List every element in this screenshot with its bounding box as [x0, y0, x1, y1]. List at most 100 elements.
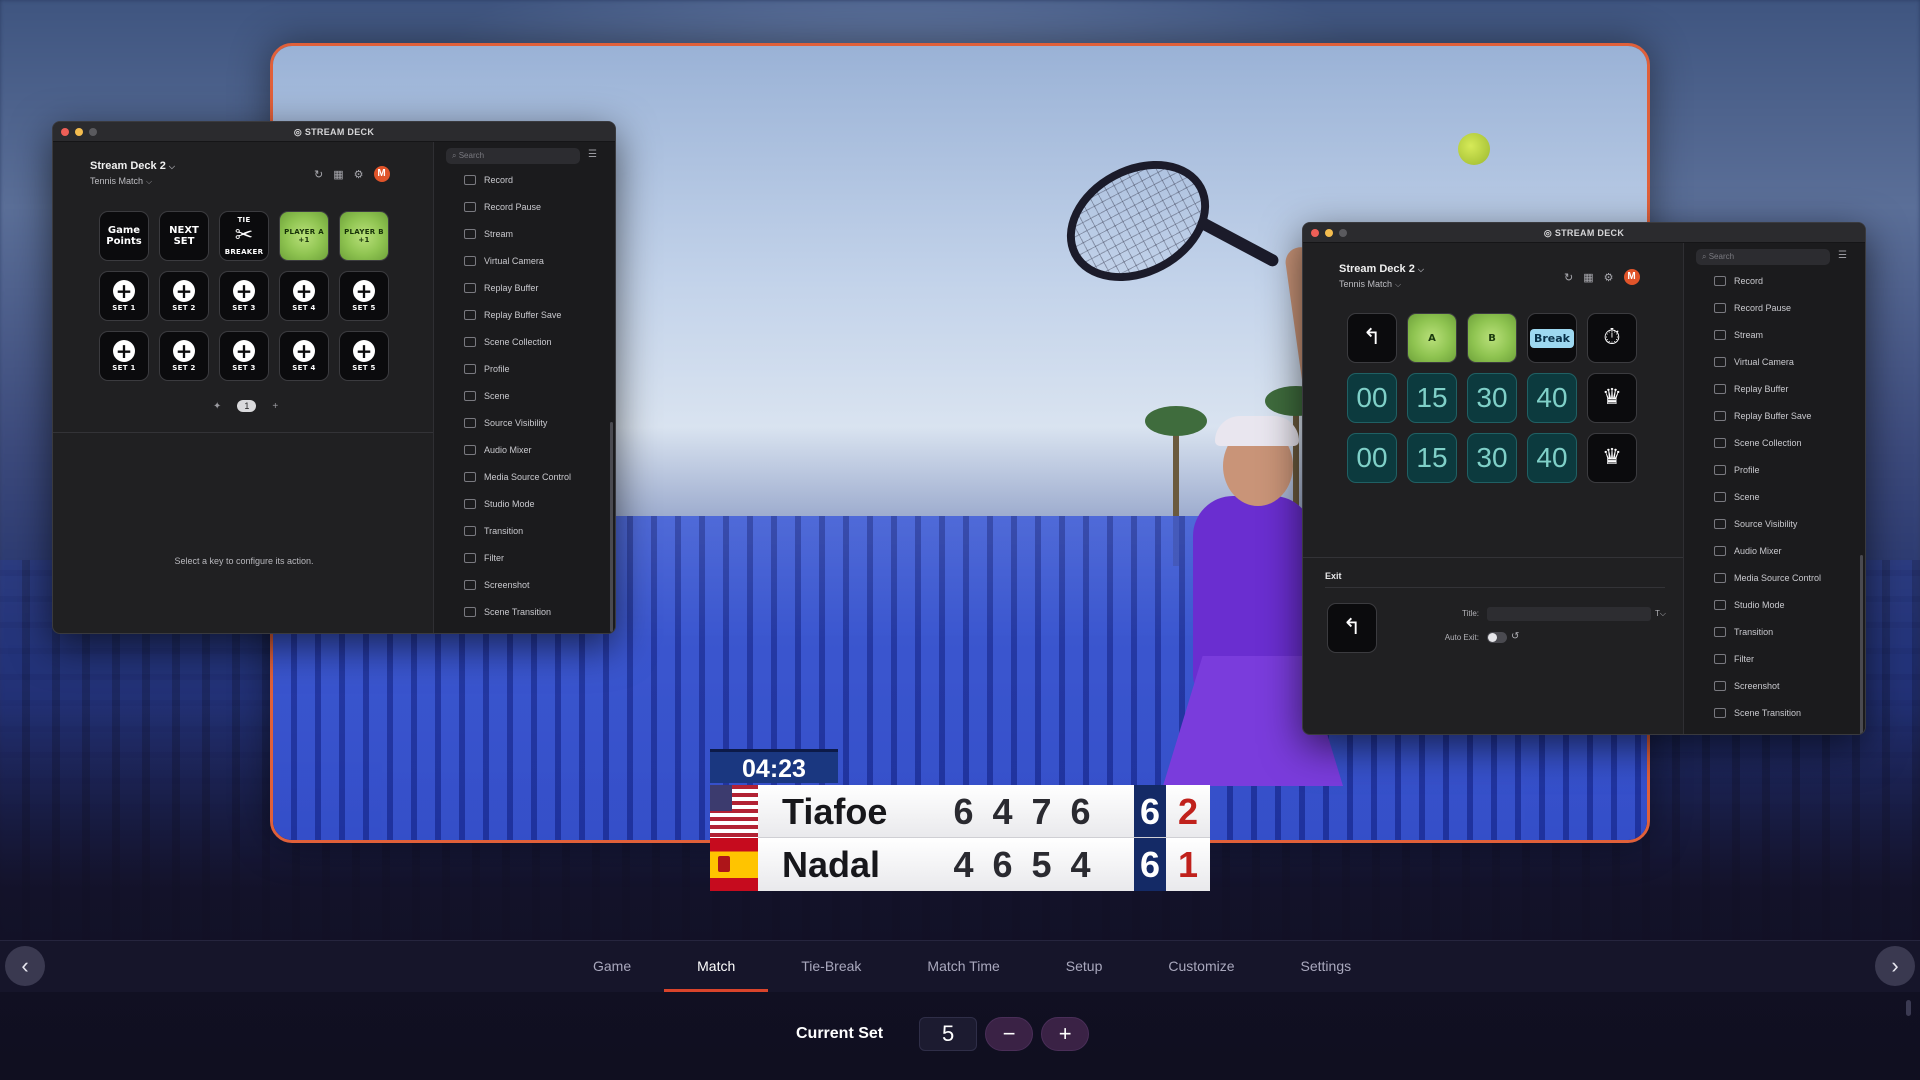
key-add-set-5-b[interactable]: + SET 5: [339, 331, 389, 381]
action-item[interactable]: Record Pause: [1714, 294, 1821, 321]
search-input[interactable]: ⌕ Search: [446, 148, 580, 164]
key-add-set-2[interactable]: + SET 2: [159, 271, 209, 321]
action-item[interactable]: Media Source Control: [1714, 564, 1821, 591]
action-item[interactable]: Replay Buffer: [1714, 375, 1821, 402]
key-score-b-00[interactable]: 00: [1347, 433, 1397, 483]
action-item[interactable]: Profile: [464, 355, 571, 382]
title-input[interactable]: [1487, 607, 1651, 621]
action-item[interactable]: Virtual Camera: [1714, 348, 1821, 375]
action-item[interactable]: Virtual Camera: [464, 247, 571, 274]
action-item[interactable]: Scene Transition: [1714, 699, 1821, 726]
action-item[interactable]: Scene: [1714, 483, 1821, 510]
key-add-set-2-b[interactable]: + SET 2: [159, 331, 209, 381]
add-page-icon[interactable]: +: [272, 401, 278, 412]
key-back[interactable]: ↰: [1347, 313, 1397, 363]
key-tie-breaker[interactable]: TIE ✂ BREAKER: [219, 211, 269, 261]
action-item[interactable]: Screenshot: [1714, 672, 1821, 699]
key-game-points[interactable]: Game Points: [99, 211, 149, 261]
key-break[interactable]: Break: [1527, 313, 1577, 363]
profile-selector[interactable]: Tennis Match ⌵: [1339, 279, 1401, 290]
list-view-icon[interactable]: ☰: [588, 149, 597, 160]
tab-tie-break[interactable]: Tie-Break: [768, 940, 894, 992]
action-item[interactable]: Studio Mode: [464, 490, 571, 517]
decrement-button[interactable]: −: [985, 1017, 1034, 1051]
action-item[interactable]: Record Pause: [464, 193, 571, 220]
tab-customize[interactable]: Customize: [1135, 940, 1267, 992]
key-timer[interactable]: ⏱: [1587, 313, 1637, 363]
action-item[interactable]: Replay Buffer Save: [1714, 402, 1821, 429]
key-score-b-15[interactable]: 15: [1407, 433, 1457, 483]
key-win-a[interactable]: ♛: [1587, 373, 1637, 423]
increment-button[interactable]: +: [1041, 1017, 1090, 1051]
action-item[interactable]: Source Visibility: [464, 409, 571, 436]
key-player-b[interactable]: B: [1467, 313, 1517, 363]
store-icon[interactable]: ▦: [1583, 271, 1593, 284]
marketplace-icon[interactable]: M: [373, 166, 390, 182]
action-item[interactable]: Audio Mixer: [1714, 537, 1821, 564]
store-icon[interactable]: ▦: [333, 168, 343, 181]
key-next-set[interactable]: NEXT SET: [159, 211, 209, 261]
list-view-icon[interactable]: ☰: [1838, 250, 1847, 261]
action-item[interactable]: Replay Buffer: [464, 274, 571, 301]
refresh-icon[interactable]: ↻: [1564, 271, 1573, 284]
profile-selector[interactable]: Tennis Match ⌵: [90, 176, 152, 187]
key-score-a-40[interactable]: 40: [1527, 373, 1577, 423]
scrollbar[interactable]: [1860, 555, 1863, 734]
action-item[interactable]: Screenshot: [464, 571, 571, 598]
reset-icon[interactable]: ↺: [1511, 631, 1523, 642]
gear-icon[interactable]: ⚙: [1604, 271, 1614, 284]
action-item[interactable]: Source Visibility: [1714, 510, 1821, 537]
tab-match[interactable]: Match: [664, 940, 769, 992]
tab-setup[interactable]: Setup: [1033, 940, 1136, 992]
marketplace-icon[interactable]: M: [1623, 269, 1640, 285]
action-item[interactable]: Replay Buffer Save: [464, 301, 571, 328]
action-item[interactable]: Scene Collection: [464, 328, 571, 355]
gear-icon[interactable]: ⚙: [354, 168, 364, 181]
key-score-b-40[interactable]: 40: [1527, 433, 1577, 483]
action-item[interactable]: Record: [464, 166, 571, 193]
key-add-set-3-b[interactable]: + SET 3: [219, 331, 269, 381]
page-indicator[interactable]: 1: [237, 400, 257, 412]
key-add-set-1[interactable]: + SET 1: [99, 271, 149, 321]
action-item[interactable]: Scene Transition: [464, 598, 571, 625]
tab-match-time[interactable]: Match Time: [894, 940, 1032, 992]
action-item[interactable]: Stream: [1714, 321, 1821, 348]
key-add-set-4[interactable]: + SET 4: [279, 271, 329, 321]
selected-key-preview[interactable]: ↰: [1327, 603, 1377, 653]
prev-arrow-button[interactable]: ‹: [5, 946, 45, 986]
action-item[interactable]: Transition: [1714, 618, 1821, 645]
search-input[interactable]: ⌕ Search: [1696, 249, 1830, 265]
pin-icon[interactable]: ✦: [213, 401, 221, 412]
action-item[interactable]: Filter: [464, 544, 571, 571]
key-add-set-1-b[interactable]: + SET 1: [99, 331, 149, 381]
next-arrow-button[interactable]: ›: [1875, 946, 1915, 986]
refresh-icon[interactable]: ↻: [314, 168, 323, 181]
key-score-a-15[interactable]: 15: [1407, 373, 1457, 423]
scrollbar[interactable]: [1906, 1000, 1911, 1016]
action-item[interactable]: Profile: [1714, 456, 1821, 483]
key-add-set-4-b[interactable]: + SET 4: [279, 331, 329, 381]
action-item[interactable]: Transition: [464, 517, 571, 544]
key-player-b-plus-one[interactable]: PLAYER B +1: [339, 211, 389, 261]
device-selector[interactable]: Stream Deck 2 ⌵: [1339, 263, 1424, 275]
action-item[interactable]: Scene Collection: [1714, 429, 1821, 456]
key-player-a-plus-one[interactable]: PLAYER A +1: [279, 211, 329, 261]
tab-game[interactable]: Game: [560, 940, 664, 992]
action-item[interactable]: Filter: [1714, 645, 1821, 672]
key-score-b-30[interactable]: 30: [1467, 433, 1517, 483]
key-add-set-3[interactable]: + SET 3: [219, 271, 269, 321]
key-win-b[interactable]: ♛: [1587, 433, 1637, 483]
device-selector[interactable]: Stream Deck 2 ⌵: [90, 160, 175, 172]
key-score-a-00[interactable]: 00: [1347, 373, 1397, 423]
scrollbar[interactable]: [610, 422, 613, 632]
key-add-set-5[interactable]: + SET 5: [339, 271, 389, 321]
action-item[interactable]: Audio Mixer: [464, 436, 571, 463]
action-item[interactable]: Media Source Control: [464, 463, 571, 490]
auto-exit-toggle[interactable]: [1487, 632, 1507, 643]
key-player-a[interactable]: A: [1407, 313, 1457, 363]
tab-settings[interactable]: Settings: [1268, 940, 1385, 992]
action-item[interactable]: Scene: [464, 382, 571, 409]
action-item[interactable]: Stream: [464, 220, 571, 247]
current-set-value[interactable]: 5: [919, 1017, 978, 1051]
key-score-a-30[interactable]: 30: [1467, 373, 1517, 423]
